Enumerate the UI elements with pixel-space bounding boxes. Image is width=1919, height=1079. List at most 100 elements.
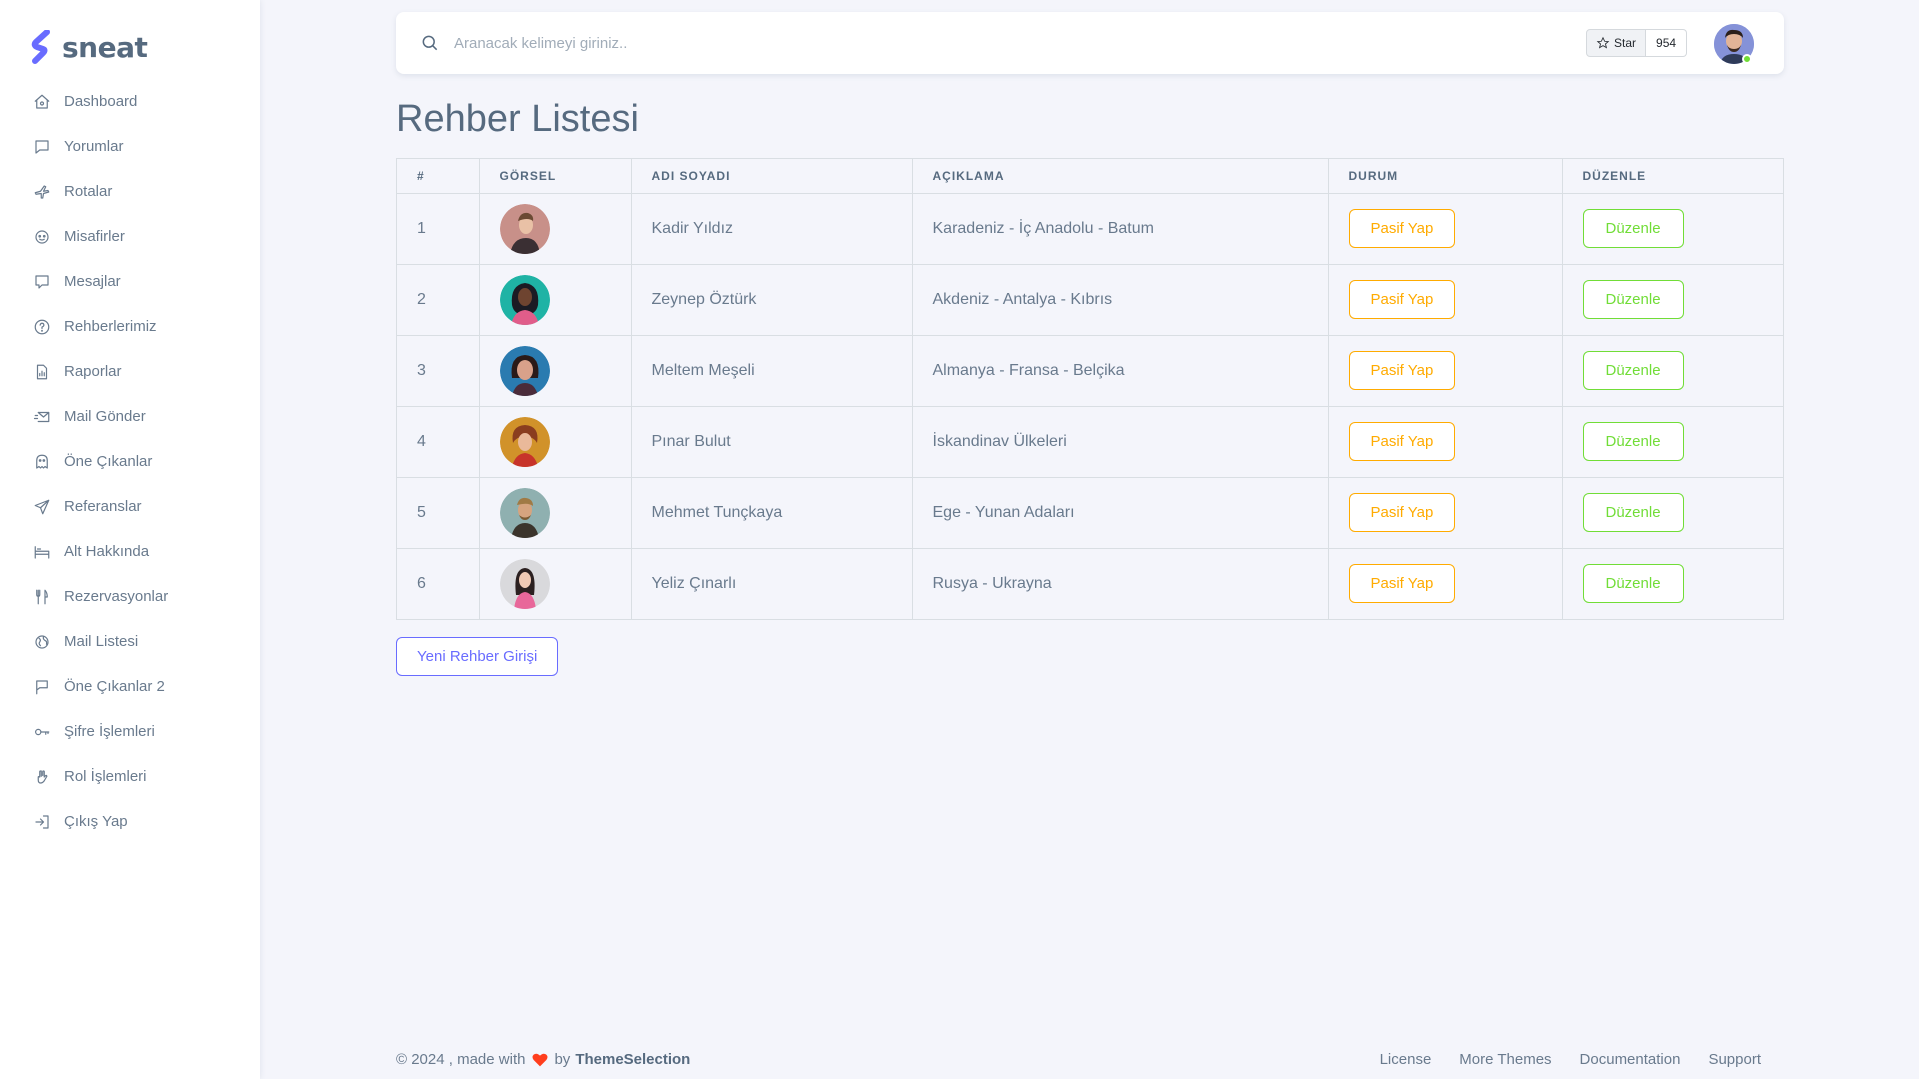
deactivate-button[interactable]: Pasif Yap — [1348, 493, 1456, 532]
sidebar-item-yorumlar[interactable]: Yorumlar — [0, 124, 260, 169]
row-image-cell — [479, 264, 632, 336]
github-star-button[interactable]: Star — [1586, 29, 1647, 57]
edit-button[interactable]: Düzenle — [1582, 564, 1684, 604]
sidebar-item-label: Dashboard — [64, 93, 138, 110]
edit-button[interactable]: Düzenle — [1582, 493, 1684, 532]
row-number: 5 — [397, 477, 480, 549]
deactivate-button[interactable]: Pasif Yap — [1348, 209, 1456, 248]
row-image-cell — [479, 477, 632, 549]
online-status-dot — [1742, 54, 1752, 64]
row-image-cell — [479, 548, 632, 619]
sidebar-item-label: Misafirler — [64, 228, 125, 245]
footer-credit: © 2024 , made with by ThemeSelection — [396, 1051, 690, 1068]
sidebar-item-referanslar[interactable]: Referanslar — [0, 484, 260, 529]
search-icon[interactable] — [420, 33, 440, 53]
footer-by: by — [554, 1051, 571, 1068]
sidebar-item-label: Mail Listesi — [64, 633, 139, 650]
deactivate-button[interactable]: Pasif Yap — [1348, 564, 1456, 604]
row-name: Meltem Meşeli — [631, 335, 913, 407]
footer-link-support[interactable]: Support — [1708, 1051, 1761, 1068]
mail-send-icon — [32, 407, 52, 427]
row-image-cell — [479, 193, 632, 265]
sidebar-item-label: Rotalar — [64, 183, 113, 200]
sidebar-item-raporlar[interactable]: Raporlar — [0, 349, 260, 394]
sidebar-item-label: Rol İşlemleri — [64, 768, 147, 785]
column-header-edit: DÜZENLE — [1562, 159, 1783, 194]
deactivate-button[interactable]: Pasif Yap — [1348, 422, 1456, 461]
row-name: Yeliz Çınarlı — [631, 548, 913, 619]
sidebar-item-label: Yorumlar — [64, 138, 124, 155]
guide-avatar — [499, 487, 550, 538]
star-icon — [1596, 36, 1610, 49]
new-guide-button[interactable]: Yeni Rehber Girişi — [396, 637, 559, 676]
sidebar-item-one-cikanlar[interactable]: Öne Çıkanlar — [0, 439, 260, 484]
github-star-widget: Star 954 — [1586, 29, 1688, 57]
footer-link-license[interactable]: License — [1380, 1051, 1432, 1068]
search-input[interactable] — [454, 28, 1054, 58]
footer-link-documentation[interactable]: Documentation — [1580, 1051, 1681, 1068]
plane-icon — [32, 182, 52, 202]
sidebar-item-sifre-islemleri[interactable]: Şifre İşlemleri — [0, 709, 260, 754]
github-star-label: Star — [1614, 36, 1637, 50]
sidebar-item-label: Şifre İşlemleri — [64, 723, 155, 740]
edit-button[interactable]: Düzenle — [1582, 209, 1684, 248]
sidebar-item-one-cikanlar-2[interactable]: Öne Çıkanlar 2 — [0, 664, 260, 709]
sidebar-menu: Dashboard Yorumlar Rotalar Misafirler Me… — [0, 79, 260, 844]
face-icon — [32, 227, 52, 247]
report-icon — [32, 362, 52, 382]
row-edit-cell: Düzenle — [1562, 335, 1783, 407]
deactivate-button[interactable]: Pasif Yap — [1348, 351, 1456, 390]
logout-icon — [32, 812, 52, 832]
flag-icon — [32, 677, 52, 697]
sidebar-item-label: Alt Hakkında — [64, 543, 150, 560]
github-star-count[interactable]: 954 — [1646, 29, 1688, 57]
row-description: Almanya - Fransa - Belçika — [912, 335, 1329, 407]
edit-button[interactable]: Düzenle — [1582, 422, 1684, 461]
brand[interactable]: sneat — [30, 30, 148, 64]
sidebar-item-alt-hakkinda[interactable]: Alt Hakkında — [0, 529, 260, 574]
sidebar-item-label: Çıkış Yap — [64, 813, 128, 830]
sidebar-item-cikis-yap[interactable]: Çıkış Yap — [0, 799, 260, 844]
edit-button[interactable]: Düzenle — [1582, 351, 1684, 390]
row-edit-cell: Düzenle — [1562, 548, 1783, 619]
sidebar-item-rol-islemleri[interactable]: Rol İşlemleri — [0, 754, 260, 799]
table-row: 3 Meltem Meşeli Almanya - Fransa - Belçi… — [397, 335, 1783, 407]
hotel-icon — [32, 542, 52, 562]
sidebar-item-mesajlar[interactable]: Mesajlar — [0, 259, 260, 304]
row-description: Rusya - Ukrayna — [912, 548, 1329, 619]
row-number: 4 — [397, 406, 480, 478]
hand-icon — [32, 767, 52, 787]
table-header-row: # GÖRSEL ADI SOYADI AÇIKLAMA DURUM DÜZEN… — [397, 159, 1783, 194]
row-image-cell — [479, 335, 632, 407]
row-name: Mehmet Tunçkaya — [631, 477, 913, 549]
sidebar-item-label: Mail Gönder — [64, 408, 146, 425]
sidebar-item-rotalar[interactable]: Rotalar — [0, 169, 260, 214]
app-layout: sneat Dashboard Yorumlar Rotalar Misafir… — [0, 0, 1919, 1079]
footer-link-more-themes[interactable]: More Themes — [1459, 1051, 1551, 1068]
sidebar-item-mail-gonder[interactable]: Mail Gönder — [0, 394, 260, 439]
row-number: 3 — [397, 335, 480, 407]
sidebar: sneat Dashboard Yorumlar Rotalar Misafir… — [0, 0, 260, 1079]
row-status-cell: Pasif Yap — [1328, 406, 1563, 478]
guide-avatar — [499, 558, 550, 609]
sneat-logo-icon — [31, 30, 50, 64]
sidebar-item-rezervasyonlar[interactable]: Rezervasyonlar — [0, 574, 260, 619]
column-header-description: AÇIKLAMA — [912, 159, 1329, 194]
brand-name: sneat — [62, 30, 148, 64]
row-edit-cell: Düzenle — [1562, 193, 1783, 265]
ghost-icon — [32, 452, 52, 472]
sidebar-item-rehberlerimiz[interactable]: Rehberlerimiz — [0, 304, 260, 349]
sidebar-item-label: Öne Çıkanlar 2 — [64, 678, 165, 695]
deactivate-button[interactable]: Pasif Yap — [1348, 280, 1456, 319]
guide-avatar — [499, 203, 550, 254]
sidebar-item-mail-listesi[interactable]: Mail Listesi — [0, 619, 260, 664]
row-number: 6 — [397, 548, 480, 619]
sidebar-item-label: Raporlar — [64, 363, 122, 380]
row-status-cell: Pasif Yap — [1328, 193, 1563, 265]
column-header-image: GÖRSEL — [479, 159, 632, 194]
footer-links: License More Themes Documentation Suppor… — [1352, 1051, 1761, 1068]
footer-brand-link[interactable]: ThemeSelection — [575, 1051, 690, 1068]
edit-button[interactable]: Düzenle — [1582, 280, 1684, 319]
sidebar-item-dashboard[interactable]: Dashboard — [0, 79, 260, 124]
sidebar-item-misafirler[interactable]: Misafirler — [0, 214, 260, 259]
